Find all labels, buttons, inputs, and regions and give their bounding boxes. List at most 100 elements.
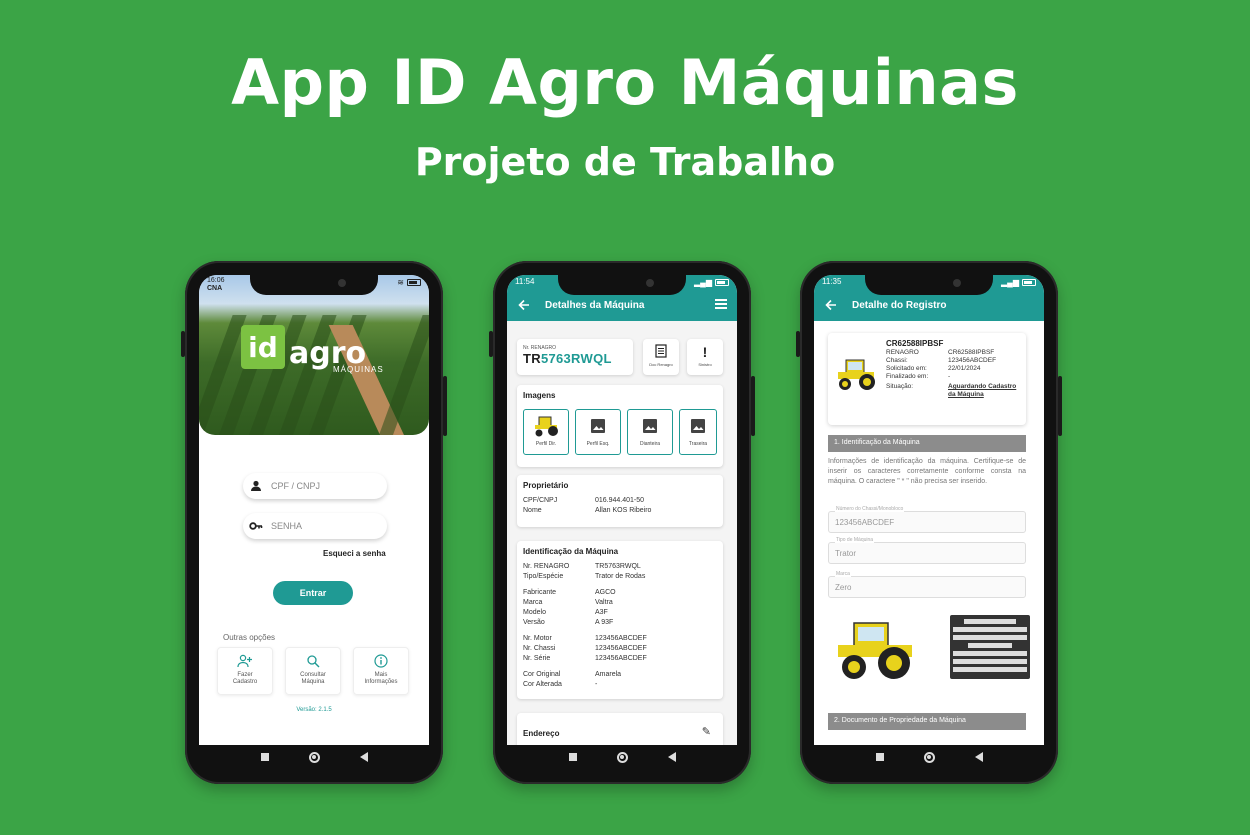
situation-value[interactable]: Aguardando Cadastro da Máquina <box>948 383 1018 399</box>
chassis-plate-photo[interactable] <box>950 615 1030 679</box>
appbar-title: Detalhes da Máquina <box>545 299 645 311</box>
sinistro-label: Sinistro <box>698 362 712 367</box>
phone-machine-details: Detalhes da Máquina 11:54 ▂▄▆ Nr. RENAGR… <box>489 261 755 784</box>
renagro-prefix: TR <box>523 351 541 366</box>
ident-row: Cor Alterada - <box>523 681 598 688</box>
back-arrow-icon[interactable] <box>517 298 531 312</box>
signal-icon: ▂▄▆ <box>694 277 712 287</box>
renagro-card: Nr. RENAGRO TR5763RWQL <box>517 339 633 375</box>
phone-login: 16:06 CNA ≋ id agro MÁQUINAS CPF / CNPJ … <box>181 261 447 784</box>
image-tile-right-profile[interactable]: Perfil Dir. <box>523 409 569 455</box>
recents-icon[interactable] <box>875 753 884 761</box>
address-card: Endereço ✎ <box>517 713 723 745</box>
wifi-icon: ≋ <box>397 277 404 287</box>
image-tile-rear[interactable]: Traseira <box>679 409 717 455</box>
ident-row: Modelo A3F <box>523 609 608 616</box>
home-icon[interactable] <box>923 751 935 763</box>
ident-row: Nr. Chassi 123456ABCDEF <box>523 645 647 652</box>
cpf-placeholder: CPF / CNPJ <box>271 481 321 491</box>
machine-type-label: Tipo de Máquina <box>835 537 875 543</box>
edit-icon[interactable]: ✎ <box>702 725 711 738</box>
image-tile-label: Perfil Dir. <box>535 441 557 447</box>
add-user-icon <box>237 654 252 668</box>
registration-code: CR62588IPBSF <box>886 339 944 348</box>
image-tile-label: Traseira <box>688 441 708 447</box>
cpf-input[interactable]: CPF / CNPJ <box>243 473 387 499</box>
section-ownership-document: 2. Documento de Propriedade da Máquina <box>828 713 1026 730</box>
home-icon[interactable] <box>616 751 628 763</box>
section-identification: 1. Identificação da Máquina <box>828 435 1026 452</box>
details-screen: Detalhes da Máquina 11:54 ▂▄▆ Nr. RENAGR… <box>507 275 737 745</box>
brand-field[interactable]: Marca Zero <box>828 571 1026 598</box>
ident-row: Versão A 93F <box>523 619 614 626</box>
owner-row: Nome Allan KOS Ribeiro <box>523 507 652 514</box>
back-arrow-icon[interactable] <box>824 298 838 312</box>
appbar-title: Detalhe do Registro <box>852 299 947 311</box>
doc-renagro-button[interactable]: Doc Renagro <box>643 339 679 375</box>
home-icon[interactable] <box>308 751 320 763</box>
app-version: Versão: 2.1.5 <box>296 707 332 713</box>
ident-row: Marca Valtra <box>523 599 613 606</box>
sinistro-button[interactable]: ! Sinistro <box>687 339 723 375</box>
tractor-image <box>838 359 875 390</box>
identification-card: Identificação da Máquina Nr. RENAGRO TR57… <box>517 541 723 699</box>
image-icon <box>691 419 705 433</box>
forgot-password-link[interactable]: Esqueci a senha <box>323 549 386 558</box>
register-option-line2: Cadastro <box>232 679 258 685</box>
more-info-option[interactable]: Mais Informações <box>353 647 409 695</box>
image-icon <box>643 419 657 433</box>
password-input[interactable]: SENHA <box>243 513 387 539</box>
chassis-field-label: Número do Chassi/Monobloco <box>835 506 905 512</box>
search-option-line1: Consultar <box>300 672 326 678</box>
brand-field-label: Marca <box>835 571 851 577</box>
battery-icon <box>715 278 729 286</box>
register-option[interactable]: Fazer Cadastro <box>217 647 273 695</box>
renagro-code: 5763RWQL <box>540 351 612 366</box>
image-tile-front[interactable]: Dianteira <box>627 409 673 455</box>
recents-icon[interactable] <box>260 753 269 761</box>
signal-icon: ▂▄▆ <box>1001 277 1019 287</box>
machine-type-field[interactable]: Tipo de Máquina Trator <box>828 537 1026 564</box>
phone-notch <box>865 273 993 295</box>
ident-row: Nr. Motor 123456ABCDEF <box>523 635 647 642</box>
hero-subtitle: Projeto de Trabalho <box>414 140 836 184</box>
battery-icon <box>407 278 421 286</box>
menu-icon[interactable] <box>715 299 727 309</box>
logo-id: id <box>241 325 285 369</box>
back-nav-icon[interactable] <box>359 752 368 762</box>
back-nav-icon[interactable] <box>667 752 676 762</box>
search-machine-option[interactable]: Consultar Máquina <box>285 647 341 695</box>
image-icon <box>591 419 605 433</box>
status-time: 16:06 <box>207 277 225 284</box>
search-icon <box>307 655 320 668</box>
image-tile-label: Dianteira <box>639 441 660 447</box>
ident-row: Nr. Série 123456ABCDEF <box>523 655 647 662</box>
registration-card: CR62588IPBSF RENAGRO CR62588IPBSF Chassi:… <box>828 333 1026 425</box>
image-tile-left-profile[interactable]: Perfil Esq. <box>575 409 621 455</box>
owner-title: Proprietário <box>523 481 569 490</box>
tractor-icon <box>535 416 558 437</box>
info-option-line2: Informações <box>364 679 398 685</box>
user-icon <box>251 480 261 491</box>
image-tile-label: Perfil Esq. <box>586 441 610 447</box>
login-button[interactable]: Entrar <box>273 581 353 605</box>
status-brand: CNA <box>207 285 223 292</box>
info-option-line1: Mais <box>374 672 388 678</box>
registration-details: RENAGRO CR62588IPBSF Chassi: 123456ABCDEF … <box>886 349 1018 399</box>
battery-icon <box>1022 278 1036 286</box>
status-time: 11:35 <box>822 277 842 286</box>
registration-screen: Detalhe do Registro 11:35 ▂▄▆ CR62588IPB… <box>814 275 1044 745</box>
logo-sub: MÁQUINAS <box>333 365 384 374</box>
register-option-line1: Fazer <box>237 672 253 678</box>
back-nav-icon[interactable] <box>974 752 983 762</box>
ident-row: Cor Original Amarela <box>523 671 622 678</box>
recents-icon[interactable] <box>568 753 577 761</box>
hero-title: App ID Agro Máquinas <box>231 46 1019 119</box>
images-card: Imagens Perfil Dir. Perfil Esq. Dianteir… <box>517 385 723 467</box>
key-icon <box>249 522 263 530</box>
brand-field-value: Zero <box>835 583 852 592</box>
chassis-field[interactable]: Número do Chassi/Monobloco 123456ABCDEF <box>828 506 1026 533</box>
owner-row: CPF/CNPJ 016.944.401-50 <box>523 497 645 504</box>
owner-card: Proprietário CPF/CNPJ 016.944.401-50 Nome… <box>517 475 723 527</box>
tractor-photo[interactable] <box>832 617 922 681</box>
